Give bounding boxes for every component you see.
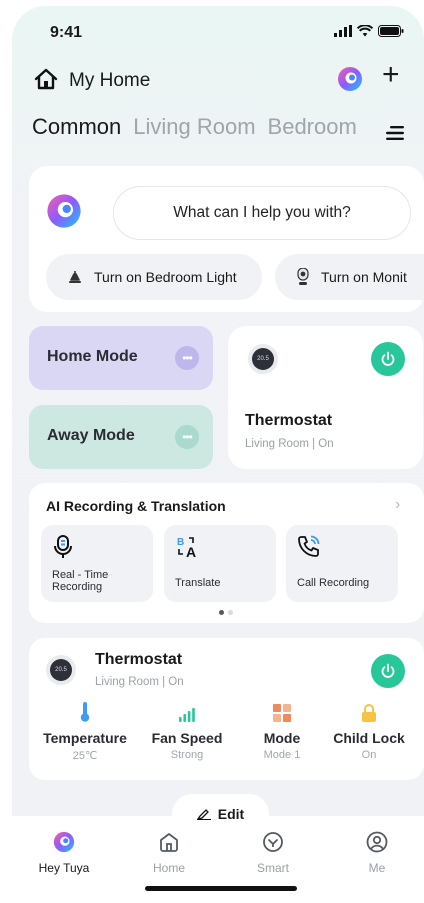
real-time-recording-tile[interactable]: Real - Time Recording	[41, 525, 153, 602]
lock-icon	[362, 704, 376, 722]
stat-value: On	[361, 749, 377, 761]
header: My Home +	[12, 60, 424, 100]
phone-screen: 9:41 My Home + Common Living Room Bedroom …	[12, 6, 424, 899]
temperature-stat[interactable]: Temperature 25℃	[35, 702, 135, 762]
power-icon	[381, 663, 395, 678]
grid-icon	[273, 704, 291, 722]
signal-bars-icon	[179, 708, 195, 722]
power-icon	[381, 351, 395, 366]
mode-label: Home Mode	[47, 348, 138, 365]
phone-call-icon	[298, 535, 320, 557]
page-dot	[228, 610, 233, 615]
stat-label: Mode	[263, 730, 301, 746]
suggestion-label: Turn on Monit	[321, 269, 407, 285]
edit-label: Edit	[217, 806, 245, 822]
section-title: AI Recording & Translation	[46, 498, 226, 514]
suggestion-label: Turn on Bedroom Light	[94, 269, 237, 285]
more-dots-icon[interactable]: •••	[175, 425, 199, 449]
stat-value: Mode 1	[263, 749, 301, 761]
assistant-card: What can I help you with? Turn on Bedroo…	[29, 166, 424, 312]
status-time: 9:41	[50, 24, 83, 41]
tab-me[interactable]: Me	[337, 830, 417, 875]
stat-label: Temperature	[43, 730, 127, 746]
status-bar: 9:41	[12, 6, 424, 56]
page-dot-active	[219, 610, 224, 615]
microphone-icon	[54, 535, 72, 558]
device-subtitle: Living Room | On	[95, 676, 184, 688]
edit-button[interactable]: Edit	[172, 794, 269, 834]
thermostat-display: 20.5	[50, 659, 72, 681]
tile-label: Call Recording	[297, 577, 370, 589]
power-button[interactable]	[371, 342, 405, 376]
device-name: Thermostat	[245, 412, 333, 429]
child-lock-stat[interactable]: Child Lock On	[319, 702, 419, 761]
power-button[interactable]	[371, 654, 405, 688]
status-icons	[334, 25, 404, 37]
ai-recording-card: AI Recording & Translation › Real - Time…	[29, 483, 424, 623]
svg-text:A: A	[186, 544, 196, 559]
device-subtitle: Living Room | On	[245, 438, 334, 450]
suggestion-chip[interactable]: Turn on Monit	[275, 254, 424, 300]
room-tabs: Common Living Room Bedroom	[32, 114, 422, 154]
call-recording-tile[interactable]: Call Recording	[286, 525, 398, 602]
thermostat-device-icon: 20.5	[46, 655, 76, 685]
away-mode-card[interactable]: Away Mode •••	[29, 405, 213, 469]
device-name: Thermostat	[95, 651, 183, 668]
smart-icon	[263, 832, 283, 852]
wifi-icon	[357, 25, 373, 37]
add-plus-icon[interactable]: +	[382, 60, 400, 90]
user-icon	[366, 831, 388, 853]
tab-common[interactable]: Common	[32, 114, 121, 139]
tab-label: Home	[152, 861, 185, 875]
translate-icon: BA	[177, 537, 196, 559]
camera-icon	[297, 268, 309, 286]
tab-label: Smart	[256, 861, 289, 875]
assistant-prompt-input[interactable]: What can I help you with?	[113, 186, 411, 240]
tab-label: Me	[368, 861, 386, 875]
more-dots-icon[interactable]: •••	[175, 346, 199, 370]
house-icon[interactable]	[34, 68, 58, 90]
tile-label: Translate	[175, 577, 221, 589]
ai-logo-icon	[53, 831, 75, 853]
tab-label: Hey Tuya	[38, 861, 90, 875]
thermostat-card[interactable]: 20.5 Thermostat Living Room | On	[228, 326, 423, 469]
home-indicator	[145, 886, 297, 891]
tab-living-room[interactable]: Living Room	[133, 114, 255, 139]
tile-label: Recording	[52, 581, 103, 593]
cellular-signal-icon	[334, 25, 352, 37]
thermostat-display: 20.5	[252, 348, 274, 370]
thermostat-device-icon: 20.5	[248, 344, 278, 374]
translate-tile[interactable]: BA Translate	[164, 525, 276, 602]
ai-assistant-icon[interactable]	[337, 66, 363, 92]
menu-icon[interactable]	[386, 126, 404, 140]
tab-smart[interactable]: Smart	[233, 830, 313, 875]
stat-label: Child Lock	[333, 730, 405, 746]
suggestion-chip[interactable]: Turn on Bedroom Light	[46, 254, 262, 300]
mode-label: Away Mode	[47, 427, 135, 444]
mode-stat[interactable]: Mode Mode 1	[232, 702, 332, 761]
stat-label: Fan Speed	[151, 730, 223, 746]
svg-text:B: B	[177, 537, 184, 548]
thermostat-detail-card[interactable]: 20.5 Thermostat Living Room | On Tempera…	[29, 638, 424, 780]
lamp-icon	[68, 271, 82, 283]
chevron-right-icon[interactable]: ›	[395, 496, 400, 514]
stat-value: 25℃	[72, 750, 98, 762]
page-indicator	[219, 610, 233, 615]
pencil-icon	[196, 809, 211, 820]
battery-icon	[378, 25, 404, 37]
tab-home[interactable]: Home	[129, 830, 209, 875]
tab-hey-tuya[interactable]: Hey Tuya	[24, 830, 104, 875]
home-mode-card[interactable]: Home Mode •••	[29, 326, 213, 390]
home-title[interactable]: My Home	[69, 70, 150, 92]
tab-bedroom[interactable]: Bedroom	[268, 114, 357, 139]
tile-label: Real - Time	[52, 569, 109, 581]
fan-speed-stat[interactable]: Fan Speed Strong	[137, 702, 237, 761]
home-icon	[160, 833, 178, 852]
ai-assistant-logo-icon	[47, 194, 81, 228]
stat-value: Strong	[170, 749, 204, 761]
thermometer-icon	[80, 702, 90, 722]
